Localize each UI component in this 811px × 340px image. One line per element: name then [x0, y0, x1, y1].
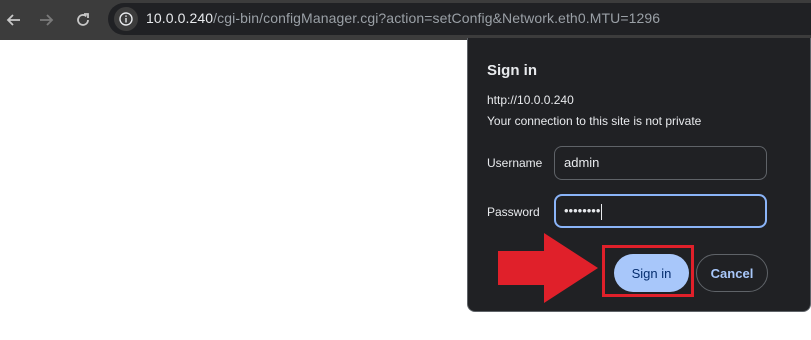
username-value: admin — [564, 155, 600, 170]
dialog-title: Sign in — [487, 62, 537, 79]
url-host: 10.0.0.240 — [146, 10, 214, 26]
arrow-left-icon — [6, 14, 20, 26]
highlight-box — [602, 245, 694, 297]
cancel-button[interactable]: Cancel — [696, 254, 768, 292]
browser-toolbar: 10.0.0.240/cgi-bin/configManager.cgi?act… — [0, 0, 811, 40]
address-bar[interactable]: 10.0.0.240/cgi-bin/configManager.cgi?act… — [108, 3, 811, 35]
text-caret — [601, 203, 603, 220]
back-button[interactable] — [0, 6, 28, 34]
password-label: Password — [487, 205, 540, 219]
dialog-warning: Your connection to this site is not priv… — [487, 114, 702, 128]
password-value: •••••••• — [564, 203, 601, 218]
url-text: 10.0.0.240/cgi-bin/configManager.cgi?act… — [146, 10, 660, 26]
reload-button[interactable] — [69, 6, 97, 34]
red-arrow-pointer-icon — [498, 233, 598, 303]
info-icon — [119, 12, 133, 26]
username-label: Username — [487, 156, 543, 170]
username-field[interactable]: admin — [554, 146, 767, 180]
url-path: /cgi-bin/configManager.cgi?action=setCon… — [213, 10, 661, 26]
reload-icon — [77, 13, 89, 26]
cancel-button-label: Cancel — [710, 265, 754, 281]
site-info-button[interactable] — [114, 7, 138, 31]
arrow-right-icon — [40, 14, 54, 26]
forward-button[interactable] — [32, 6, 60, 34]
dialog-origin: http://10.0.0.240 — [487, 93, 574, 107]
password-field[interactable]: •••••••• — [554, 194, 767, 228]
